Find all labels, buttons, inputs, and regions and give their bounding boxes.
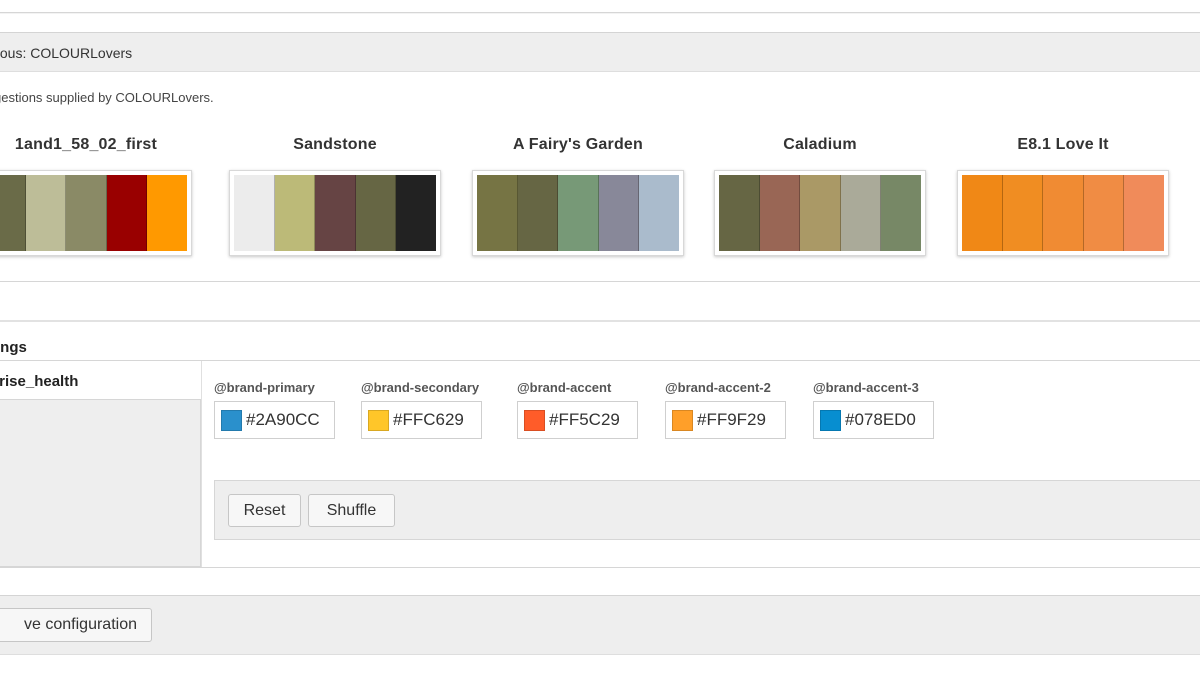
palette-swatch[interactable]	[1002, 175, 1044, 251]
settings-heading: ttings	[0, 339, 27, 356]
palette-swatch[interactable]	[719, 175, 760, 251]
palette-swatch[interactable]	[759, 175, 801, 251]
palette-swatch[interactable]	[66, 175, 107, 251]
palette-swatch[interactable]	[396, 175, 436, 251]
palette-swatch[interactable]	[962, 175, 1003, 251]
variable-brand-secondary: @brand-secondary #FFC629	[361, 380, 482, 439]
variable-brand-primary: @brand-primary #2A90CC	[214, 380, 335, 439]
section-divider	[0, 567, 1200, 568]
palette-card[interactable]: 1and1_58_02_first	[0, 136, 192, 256]
palette-swatch[interactable]	[315, 175, 356, 251]
palette-title: 1and1_58_02_first	[14, 136, 158, 153]
color-value: #FF5C29	[549, 410, 620, 429]
color-chip[interactable]	[820, 409, 841, 431]
variable-label: @brand-secondary	[361, 380, 480, 395]
palette-swatch[interactable]	[558, 175, 599, 251]
variable-label: @brand-accent-3	[813, 380, 919, 395]
palette-title: Sandstone	[293, 136, 377, 153]
palette-swatch[interactable]	[106, 175, 148, 251]
color-input[interactable]: #2A90CC	[214, 401, 335, 439]
colourlovers-panel-header: culous: COLOURLovers	[0, 32, 1200, 72]
palette-swatch[interactable]	[477, 175, 518, 251]
reset-button[interactable]: Reset	[228, 494, 301, 527]
suggestions-caption: gestions supplied by COLOURLovers.	[0, 90, 214, 105]
variable-brand-accent: @brand-accent #FF5C29	[517, 380, 638, 439]
settings-divider	[0, 360, 1200, 361]
palette-swatch[interactable]	[639, 175, 679, 251]
palette-swatch[interactable]	[1043, 175, 1084, 251]
palette-swatch[interactable]	[147, 175, 187, 251]
variable-brand-accent-3: @brand-accent-3 #078ED0	[813, 380, 934, 439]
palette-swatch[interactable]	[1083, 175, 1125, 251]
color-value: #FF9F29	[697, 410, 766, 429]
palette-swatches[interactable]	[229, 170, 441, 256]
color-chip[interactable]	[368, 409, 389, 431]
palette-swatches[interactable]	[472, 170, 684, 256]
top-divider	[0, 12, 1200, 14]
palette-swatch[interactable]	[0, 175, 26, 251]
color-input[interactable]: #FFC629	[361, 401, 482, 439]
palette-card[interactable]: Caladium	[714, 136, 926, 256]
column-divider	[201, 361, 202, 567]
variable-label: @brand-primary	[214, 380, 315, 395]
palette-swatches[interactable]	[0, 170, 192, 256]
palette-swatches[interactable]	[714, 170, 926, 256]
palette-card[interactable]: Sandstone	[229, 136, 441, 256]
palette-swatch[interactable]	[25, 175, 67, 251]
color-chip[interactable]	[221, 409, 242, 431]
palette-swatch[interactable]	[598, 175, 640, 251]
palette-swatch[interactable]	[234, 175, 275, 251]
color-value: #078ED0	[845, 410, 916, 429]
palette-card[interactable]: A Fairy's Garden	[472, 136, 684, 256]
palette-card[interactable]: E8.1 Love It	[957, 136, 1169, 256]
footer-bar	[0, 595, 1200, 655]
palette-swatch[interactable]	[517, 175, 559, 251]
palette-swatch[interactable]	[800, 175, 841, 251]
theme-name: prise_health	[0, 373, 79, 390]
variable-label: @brand-accent-2	[665, 380, 771, 395]
variable-label: @brand-accent	[517, 380, 612, 395]
actions-panel: Reset Shuffle	[214, 480, 1200, 540]
palette-title: Caladium	[783, 136, 857, 153]
palette-swatch[interactable]	[1124, 175, 1164, 251]
panel-title: culous: COLOURLovers	[0, 45, 133, 61]
palette-swatch[interactable]	[274, 175, 316, 251]
color-value: #2A90CC	[246, 410, 320, 429]
save-configuration-button[interactable]: ve configuration	[0, 608, 152, 642]
color-chip[interactable]	[524, 409, 545, 431]
palette-title: E8.1 Love It	[1017, 136, 1109, 153]
color-chip[interactable]	[672, 409, 693, 431]
section-divider	[0, 320, 1200, 322]
color-input[interactable]: #078ED0	[813, 401, 934, 439]
palette-swatches[interactable]	[957, 170, 1169, 256]
theme-preview	[0, 399, 201, 567]
palette-swatch[interactable]	[881, 175, 921, 251]
color-input[interactable]: #FF5C29	[517, 401, 638, 439]
palette-title: A Fairy's Garden	[512, 136, 643, 153]
color-value: #FFC629	[393, 410, 464, 429]
color-input[interactable]: #FF9F29	[665, 401, 786, 439]
palette-swatch[interactable]	[355, 175, 397, 251]
section-divider	[0, 281, 1200, 282]
palette-swatch[interactable]	[840, 175, 882, 251]
variable-brand-accent-2: @brand-accent-2 #FF9F29	[665, 380, 786, 439]
shuffle-button[interactable]: Shuffle	[308, 494, 395, 527]
